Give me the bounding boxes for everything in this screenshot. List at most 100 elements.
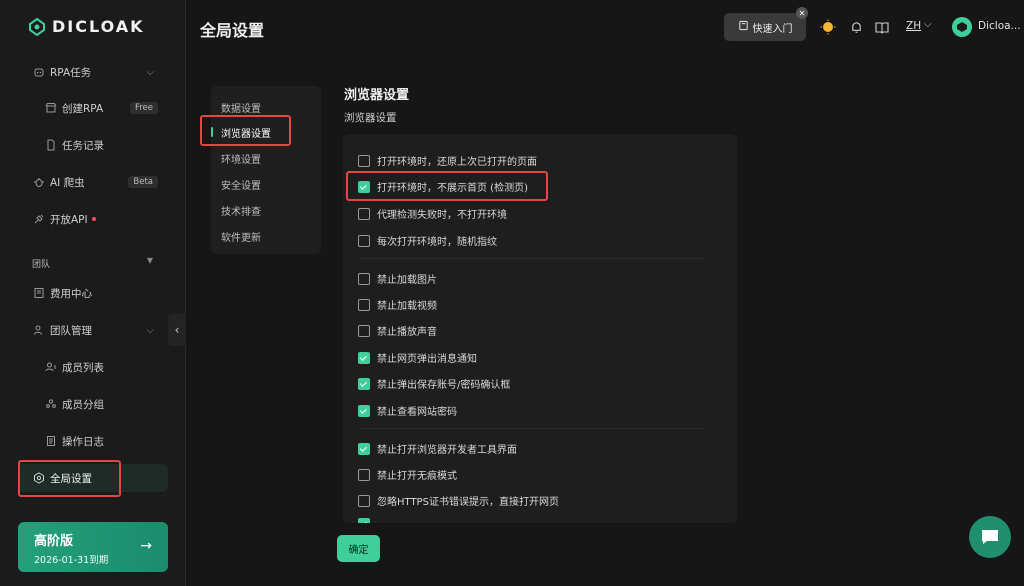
option-random-fingerprint[interactable]: 每次打开环境时，随机指纹 [358,233,497,248]
divider [358,428,703,429]
checkbox[interactable] [358,494,370,507]
checkbox-checked[interactable] [358,442,370,455]
plan-card[interactable]: 高阶版 2026-01-31到期 → [18,522,168,572]
sidebar-item-create-rpa[interactable]: 创建RPA Free [18,94,168,122]
option-block-images[interactable]: 禁止加载图片 [358,271,437,286]
chat-support-button[interactable] [969,516,1011,558]
option-block-sound[interactable]: 禁止播放声音 [358,323,437,338]
option-block-view-passwords[interactable]: 禁止查看网站密码 [358,403,457,418]
users-icon [32,323,46,337]
tab-security-settings[interactable]: 安全设置 [221,177,261,192]
settings-submenu: 数据设置 浏览器设置 环境设置 安全设置 技术排查 软件更新 [211,86,321,254]
option-hide-homepage[interactable]: 打开环境时，不展示首页 (检测页) [358,179,528,194]
option-label: 禁止查看网站密码 [377,407,457,418]
user-name[interactable]: Dicloa... [978,20,1021,32]
checkbox-checked[interactable] [358,404,370,417]
sidebar-item-task-records[interactable]: 任务记录 [18,131,168,159]
tab-software-update[interactable]: 软件更新 [221,229,261,244]
option-label: 禁止打开浏览器开发者工具界面 [377,445,517,456]
billing-icon [32,286,46,300]
tab-data-settings[interactable]: 数据设置 [221,100,261,115]
option-block-devtools[interactable]: 禁止打开浏览器开发者工具界面 [358,441,517,456]
checkbox-checked[interactable] [358,377,370,390]
quick-start-label: 快速入门 [752,23,793,35]
settings-hex-icon [32,471,46,485]
language-selector[interactable]: ZH [906,20,921,32]
option-label: 禁止打开无痕模式 [377,471,457,482]
sidebar-item-label: 费用中心 [50,287,92,300]
option-block-notifications[interactable]: 禁止网页弹出消息通知 [358,350,477,365]
option-label: 禁止网页弹出消息通知 [377,354,477,365]
sidebar-item-label: 成员列表 [62,361,104,374]
sidebar-item-label: 操作日志 [62,435,104,448]
option-label: 代理检测失败时，不打开环境 [377,210,507,221]
user-list-icon [44,360,58,374]
confirm-button[interactable]: 确定 [337,535,380,562]
sidebar-item-label: AI 爬虫 [50,176,85,189]
sidebar-item-label: 开放API [50,213,88,226]
log-icon [44,434,58,448]
checkbox[interactable] [358,272,370,285]
tab-troubleshooting[interactable]: 技术排查 [221,203,261,218]
theme-toggle-icon[interactable] [820,19,836,35]
team-section-label: 团队 [32,260,51,270]
sidebar-item-rpa-tasks[interactable]: RPA任务 ⌵ [18,58,168,86]
browser-options-panel: 打开环境时，还原上次已打开的页面 打开环境时，不展示首页 (检测页) 代理检测失… [343,134,737,523]
caret-down-icon[interactable]: ▼ [147,256,153,265]
checkbox[interactable] [358,324,370,337]
sidebar-item-label: 创建RPA [62,102,104,115]
book-icon [738,20,749,34]
checkbox[interactable] [358,154,370,167]
divider [358,258,703,259]
checkbox-checked[interactable] [358,351,370,364]
notification-dot [91,217,96,221]
sidebar-item-team-management[interactable]: 团队管理 ⌵ [18,316,168,344]
option-restore-pages[interactable]: 打开环境时，还原上次已打开的页面 [358,153,537,168]
help-book-icon[interactable] [874,19,890,35]
chevron-down-icon[interactable]: ⌵ [924,19,932,30]
checkbox[interactable] [358,468,370,481]
quick-start-button[interactable]: 快速入门 [724,13,806,41]
logo[interactable]: DICLOAK [28,17,145,36]
sidebar-item-label: 任务记录 [62,139,104,152]
sidebar-item-member-list[interactable]: 成员列表 [18,353,168,381]
tab-environment-settings[interactable]: 环境设置 [221,151,261,166]
sidebar-item-open-api[interactable]: 开放API [18,205,168,233]
plug-icon [32,212,46,226]
free-badge: Free [129,102,158,114]
option-partially-hidden[interactable] [358,518,377,523]
option-label: 打开环境时，不展示首页 (检测页) [377,183,528,194]
avatar[interactable] [952,17,972,37]
checkbox[interactable] [358,207,370,220]
sidebar-item-billing[interactable]: 费用中心 [18,279,168,307]
option-block-password-save[interactable]: 禁止弹出保存账号/密码确认框 [358,376,510,391]
option-label: 禁止播放声音 [377,327,437,338]
sidebar-item-ai-crawler[interactable]: AI 爬虫 Beta [18,168,168,196]
logo-icon [29,17,45,36]
option-label: 禁止加载图片 [377,275,437,286]
option-proxy-fail-no-open[interactable]: 代理检测失败时，不打开环境 [358,206,507,221]
option-block-incognito[interactable]: 禁止打开无痕模式 [358,467,457,482]
option-ignore-https-errors[interactable]: 忽略HTTPS证书错误提示，直接打开网页 [358,493,559,508]
close-icon[interactable]: ✕ [796,7,808,19]
checkbox[interactable] [358,234,370,247]
bell-icon[interactable] [848,19,864,35]
bug-icon [32,175,46,189]
option-label: 禁止弹出保存账号/密码确认框 [377,380,511,391]
document-icon [44,138,58,152]
group-icon [44,397,58,411]
tab-browser-settings[interactable]: 浏览器设置 [221,125,271,140]
page-title: 全局设置 [200,21,265,40]
checkbox-checked[interactable] [358,518,370,523]
section-title: 浏览器设置 [344,88,410,103]
option-label: 禁止加载视频 [377,301,437,312]
sidebar-item-global-settings[interactable]: 全局设置 [18,464,168,492]
section-subtitle: 浏览器设置 [344,112,397,124]
checkbox-checked[interactable] [358,180,370,193]
chevron-down-icon: ⌵ [146,66,154,78]
option-block-video[interactable]: 禁止加载视频 [358,297,437,312]
sidebar-item-member-groups[interactable]: 成员分组 [18,390,168,418]
sidebar-item-operation-log[interactable]: 操作日志 [18,427,168,455]
collapse-sidebar-button[interactable]: ‹ [168,314,186,346]
checkbox[interactable] [358,298,370,311]
